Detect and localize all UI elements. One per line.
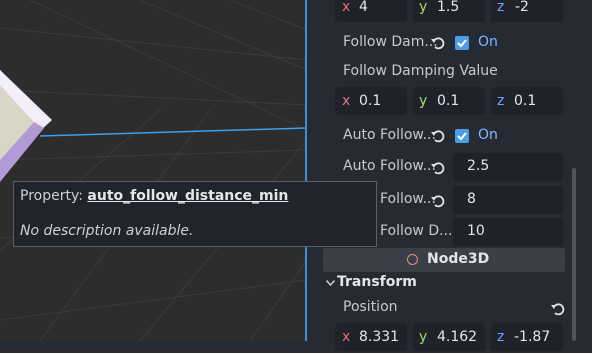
tooltip-description: No description available. [20,223,194,239]
follow-damping-label: Follow Dam... [343,34,438,50]
tooltip-property-name: auto_follow_distance_min [87,188,289,204]
y-axis-label: y [419,329,428,345]
transform-title: Transform [337,274,417,290]
y-value: 1.5 [437,0,460,15]
node3d-icon [407,254,418,265]
viewport-grid [0,0,307,341]
inspector-panel: x 4 y 1.5 z -2 Follow Dam... On Follow D… [307,0,592,351]
y-axis-label: y [419,93,428,109]
vector-row-top: x 4 y 1.5 z -2 [307,0,592,24]
z-axis-label: z [497,93,505,109]
follow-damping-value-row: Follow Damping Value [307,57,592,87]
x-value: 4 [359,0,368,15]
follow-damping-state: On [478,34,498,50]
cube-mesh [0,70,52,182]
auto-follow-min-label: Auto Follow... [343,158,436,174]
y-value: 0.1 [437,93,460,109]
tooltip-property-line: Property: auto_follow_distance_min [20,188,288,204]
revert-icon[interactable] [431,161,445,175]
x-axis-label: x [342,93,351,109]
revert-icon[interactable] [431,129,445,143]
tooltip-prefix: Property: [20,188,83,204]
auto-follow-max-value: 8 [467,191,476,207]
revert-icon[interactable] [431,36,445,50]
auto-follow-checkbox[interactable] [455,129,469,143]
follow-damping-value-label: Follow Damping Value [343,63,498,79]
position-label: Position [343,299,398,315]
z-value: -2 [515,0,529,15]
position-vector-row: x 8.331 y 4.162 z -1.87 [307,323,592,353]
x-value: 8.331 [359,329,400,345]
auto-follow-min-row: Auto Follow... 2.5 [307,152,592,182]
property-tooltip: Property: auto_follow_distance_min No de… [13,181,377,247]
revert-icon[interactable] [551,302,565,316]
z-value: 0.1 [514,93,537,109]
x-axis-label: x [342,329,351,345]
auto-follow-d-value: 10 [467,223,485,239]
y-axis-label: y [419,0,428,15]
auto-follow-row: Auto Follow... On [307,121,592,151]
3d-viewport[interactable] [0,0,307,341]
z-axis-label: z [497,0,505,15]
inspector-scrollbar[interactable] [572,168,576,341]
node3d-title: Node3D [427,251,490,267]
follow-damping-checkbox[interactable] [455,36,469,50]
transform-section-header[interactable]: Transform [307,273,592,295]
position-row: Position [307,293,592,323]
z-value: -1.87 [514,329,551,345]
damping-vector-row: x 0.1 y 0.1 z 0.1 [307,87,592,117]
revert-icon[interactable] [431,194,445,208]
auto-follow-label: Auto Follow... [343,127,436,143]
follow-damping-row: Follow Dam... On [307,28,592,58]
chevron-down-icon [326,280,335,286]
y-value: 4.162 [437,329,478,345]
node3d-category-header: Node3D [323,248,565,272]
auto-follow-min-value: 2.5 [467,158,490,174]
x-axis-label: x [342,0,351,15]
z-axis-label: z [497,329,505,345]
x-value: 0.1 [359,93,382,109]
auto-follow-state: On [478,127,498,143]
